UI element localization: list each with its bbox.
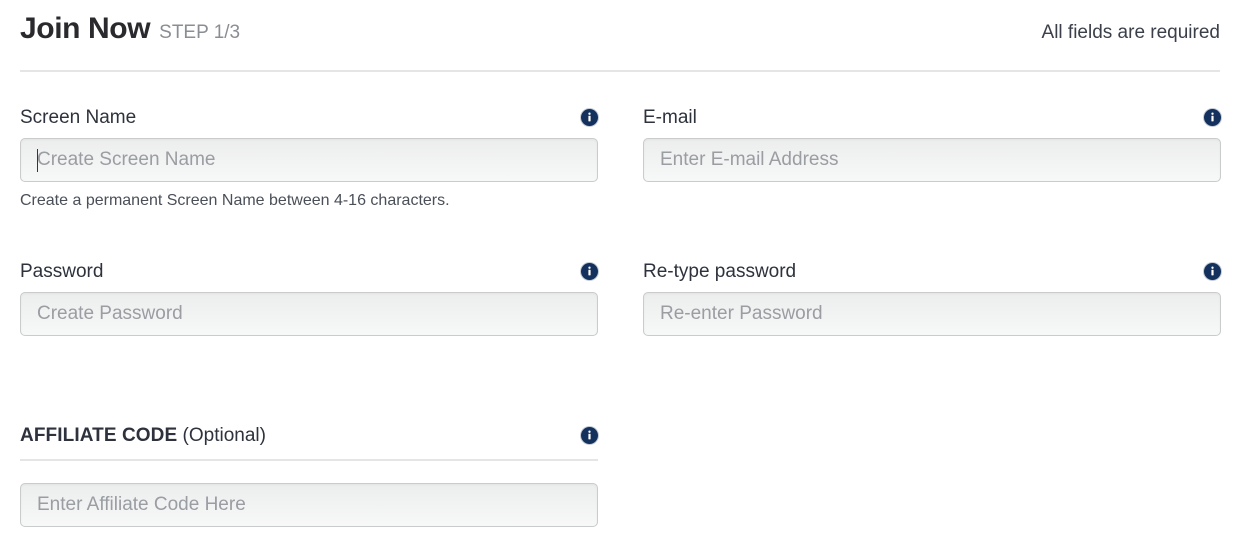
retype-password-label-row: Re-type password: [643, 259, 1221, 283]
email-input[interactable]: [643, 138, 1221, 182]
title-group: Join Now STEP 1/3: [20, 14, 240, 44]
affiliate-code-divider: [20, 459, 598, 461]
screen-name-label: Screen Name: [20, 106, 137, 128]
affiliate-code-label-strong: AFFILIATE CODE: [20, 424, 178, 446]
form-header: Join Now STEP 1/3 All fields are require…: [20, 14, 1220, 58]
affiliate-code-label-row: AFFILIATE CODE (Optional): [20, 423, 598, 447]
info-icon[interactable]: [581, 262, 598, 280]
screen-name-input[interactable]: [20, 138, 598, 182]
affiliate-code-label: AFFILIATE CODE (Optional): [20, 426, 266, 445]
email-label-row: E-mail: [643, 105, 1221, 129]
info-icon[interactable]: [1204, 108, 1221, 126]
email-label: E-mail: [643, 106, 697, 128]
retype-password-input-wrap: [643, 292, 1221, 336]
password-input-wrap: [20, 292, 598, 336]
info-icon[interactable]: [1204, 262, 1221, 280]
password-label-row: Password: [20, 259, 598, 283]
affiliate-code-input[interactable]: [20, 483, 598, 527]
step-indicator: STEP 1/3: [159, 22, 241, 43]
screen-name-helper-text: Create a permanent Screen Name between 4…: [20, 192, 450, 209]
screen-name-field-group: Screen Name Create a permanent Screen Na…: [20, 105, 598, 209]
password-label: Password: [20, 260, 104, 282]
page-title: Join Now: [20, 12, 151, 45]
retype-password-field-group: Re-type password: [643, 259, 1221, 336]
join-now-form: Join Now STEP 1/3 All fields are require…: [0, 0, 1253, 543]
info-icon[interactable]: [581, 108, 598, 126]
email-input-wrap: [643, 138, 1221, 182]
affiliate-code-field-group: AFFILIATE CODE (Optional): [20, 423, 598, 527]
info-icon[interactable]: [581, 426, 598, 444]
screen-name-input-wrap: [20, 138, 598, 182]
header-divider: [20, 70, 1220, 72]
screen-name-label-row: Screen Name: [20, 105, 598, 129]
password-input[interactable]: [20, 292, 598, 336]
affiliate-code-input-wrap: [20, 483, 598, 527]
affiliate-code-label-optional: (Optional): [177, 424, 266, 446]
text-caret: [37, 149, 38, 172]
email-field-group: E-mail: [643, 105, 1221, 182]
retype-password-label: Re-type password: [643, 260, 797, 282]
required-fields-note: All fields are required: [1041, 22, 1220, 43]
retype-password-input[interactable]: [643, 292, 1221, 336]
password-field-group: Password: [20, 259, 598, 336]
